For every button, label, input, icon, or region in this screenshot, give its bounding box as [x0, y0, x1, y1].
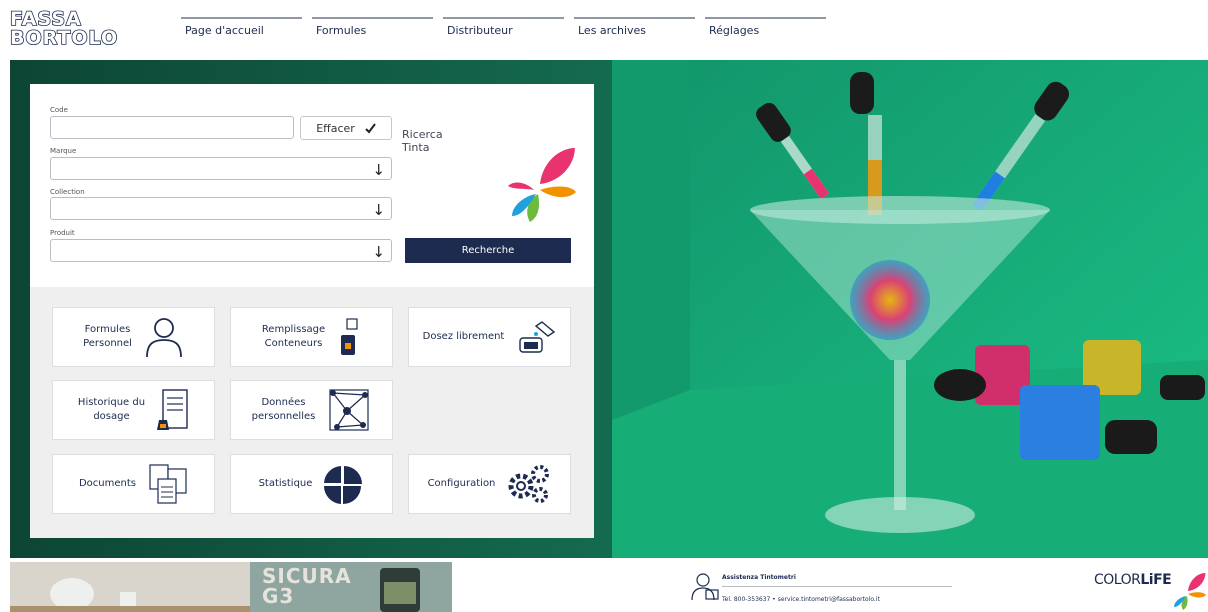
- support-agent-icon: [691, 573, 719, 601]
- tile-label-line2: personnelles: [251, 411, 316, 422]
- tile-label: Historique du dosage: [78, 396, 145, 424]
- tile-label: Statistique: [259, 477, 313, 491]
- person-icon: [146, 318, 182, 358]
- tools-grid: Formules Personnel Remplissage Conteneur…: [30, 287, 594, 538]
- tile-configuration[interactable]: Configuration: [408, 454, 571, 514]
- tile-label: Dosez librement: [423, 330, 505, 344]
- search-button[interactable]: Recherche: [405, 238, 571, 263]
- marque-label: Marque: [50, 147, 77, 155]
- pie-chart-icon: [324, 466, 363, 504]
- banner-title: SICURA G3: [262, 566, 352, 606]
- produit-label: Produit: [50, 229, 75, 237]
- tile-dosez-librement[interactable]: Dosez librement: [408, 307, 571, 367]
- nav-item-formules[interactable]: Formules: [312, 17, 433, 37]
- history-document-icon: [157, 389, 188, 430]
- ricerca-line2: Tinta: [402, 141, 430, 154]
- support-phone-email[interactable]: Tel. 800-353637 • service.tintometri@fas…: [722, 596, 880, 603]
- tile-formules-personnel[interactable]: Formules Personnel: [52, 307, 215, 367]
- support-divider: [722, 586, 952, 587]
- tile-label-line1: Configuration: [427, 478, 496, 489]
- tile-label: Données personnelles: [252, 396, 316, 424]
- tile-label-line1: Statistique: [258, 478, 313, 489]
- tile-label-line2: Conteneurs: [264, 338, 323, 349]
- dosing-icon: [519, 321, 556, 353]
- produit-select[interactable]: ↓: [50, 239, 392, 262]
- code-label: Code: [50, 106, 68, 114]
- banner-line1: SICURA: [262, 564, 352, 588]
- eraser-check-icon: [365, 122, 376, 134]
- main-nav: Page d'accueil Formules Distributeur Les…: [181, 17, 836, 37]
- clear-button-label: Effacer: [316, 121, 355, 135]
- ricerca-line1: Ricerca: [402, 128, 443, 141]
- arrow-down-icon: ↓: [372, 243, 385, 261]
- tile-label-line2: Personnel: [83, 338, 132, 349]
- tile-statistique[interactable]: Statistique: [230, 454, 393, 514]
- tile-label-line1: Dosez librement: [422, 331, 505, 342]
- app-window: FASSA BORTOLO Page d'accueil Formules Di…: [0, 0, 1208, 612]
- code-input[interactable]: [50, 116, 294, 139]
- nav-item-archives[interactable]: Les archives: [574, 17, 695, 37]
- fassa-bortolo-logo[interactable]: FASSA BORTOLO: [9, 9, 119, 50]
- tile-label: Formules Personnel: [83, 323, 132, 351]
- arrow-down-icon: ↓: [372, 161, 385, 179]
- support-title: Assistenza Tintometri: [722, 574, 796, 581]
- colorlife-petals-logo: [508, 148, 576, 222]
- colorlife-petals-small-logo: [1174, 573, 1206, 610]
- tile-label: Documents: [79, 477, 136, 491]
- tile-label-line1: Remplissage: [261, 324, 326, 335]
- tile-label: Remplissage Conteneurs: [262, 323, 325, 351]
- banner-line2: G3: [262, 584, 295, 608]
- tile-label-line1: Historique du: [77, 397, 146, 408]
- color-search-panel: Code Effacer Marque ↓ Collection ↓ Produ…: [30, 84, 594, 538]
- banner-image: [10, 562, 452, 612]
- brand-part-color: COLOR: [1094, 572, 1141, 588]
- sicura-g3-banner[interactable]: SICURA G3: [10, 562, 452, 612]
- tile-donnees-personnelles[interactable]: Données personnelles: [230, 380, 393, 440]
- collection-select[interactable]: ↓: [50, 197, 392, 220]
- tile-label-line1: Données: [261, 397, 306, 408]
- gears-icon: [508, 465, 550, 503]
- tile-label-line1: Documents: [78, 478, 137, 489]
- ricerca-tinta-title: Ricerca Tinta: [402, 128, 443, 154]
- marque-select[interactable]: ↓: [50, 157, 392, 180]
- clear-button[interactable]: Effacer: [300, 116, 392, 140]
- network-icon: [329, 389, 369, 431]
- arrow-down-icon: ↓: [372, 201, 385, 219]
- logo-line2: BORTOLO: [9, 27, 119, 49]
- brand-part-life: LiFE: [1140, 572, 1172, 588]
- tile-documents[interactable]: Documents: [52, 454, 215, 514]
- container-fill-icon: [341, 318, 358, 355]
- tile-label-line1: Formules: [84, 324, 131, 335]
- tile-remplissage-conteneurs[interactable]: Remplissage Conteneurs: [230, 307, 393, 367]
- collection-label: Collection: [50, 188, 85, 196]
- nav-item-home[interactable]: Page d'accueil: [181, 17, 302, 37]
- tile-historique-dosage[interactable]: Historique du dosage: [52, 380, 215, 440]
- nav-item-reglages[interactable]: Réglages: [705, 17, 826, 37]
- tile-label: Configuration: [428, 477, 496, 491]
- documents-icon: [149, 464, 187, 504]
- nav-item-distributeur[interactable]: Distributeur: [443, 17, 564, 37]
- colorlife-brand: COLORLiFE: [1094, 572, 1172, 588]
- tile-label-line2: dosage: [93, 411, 130, 422]
